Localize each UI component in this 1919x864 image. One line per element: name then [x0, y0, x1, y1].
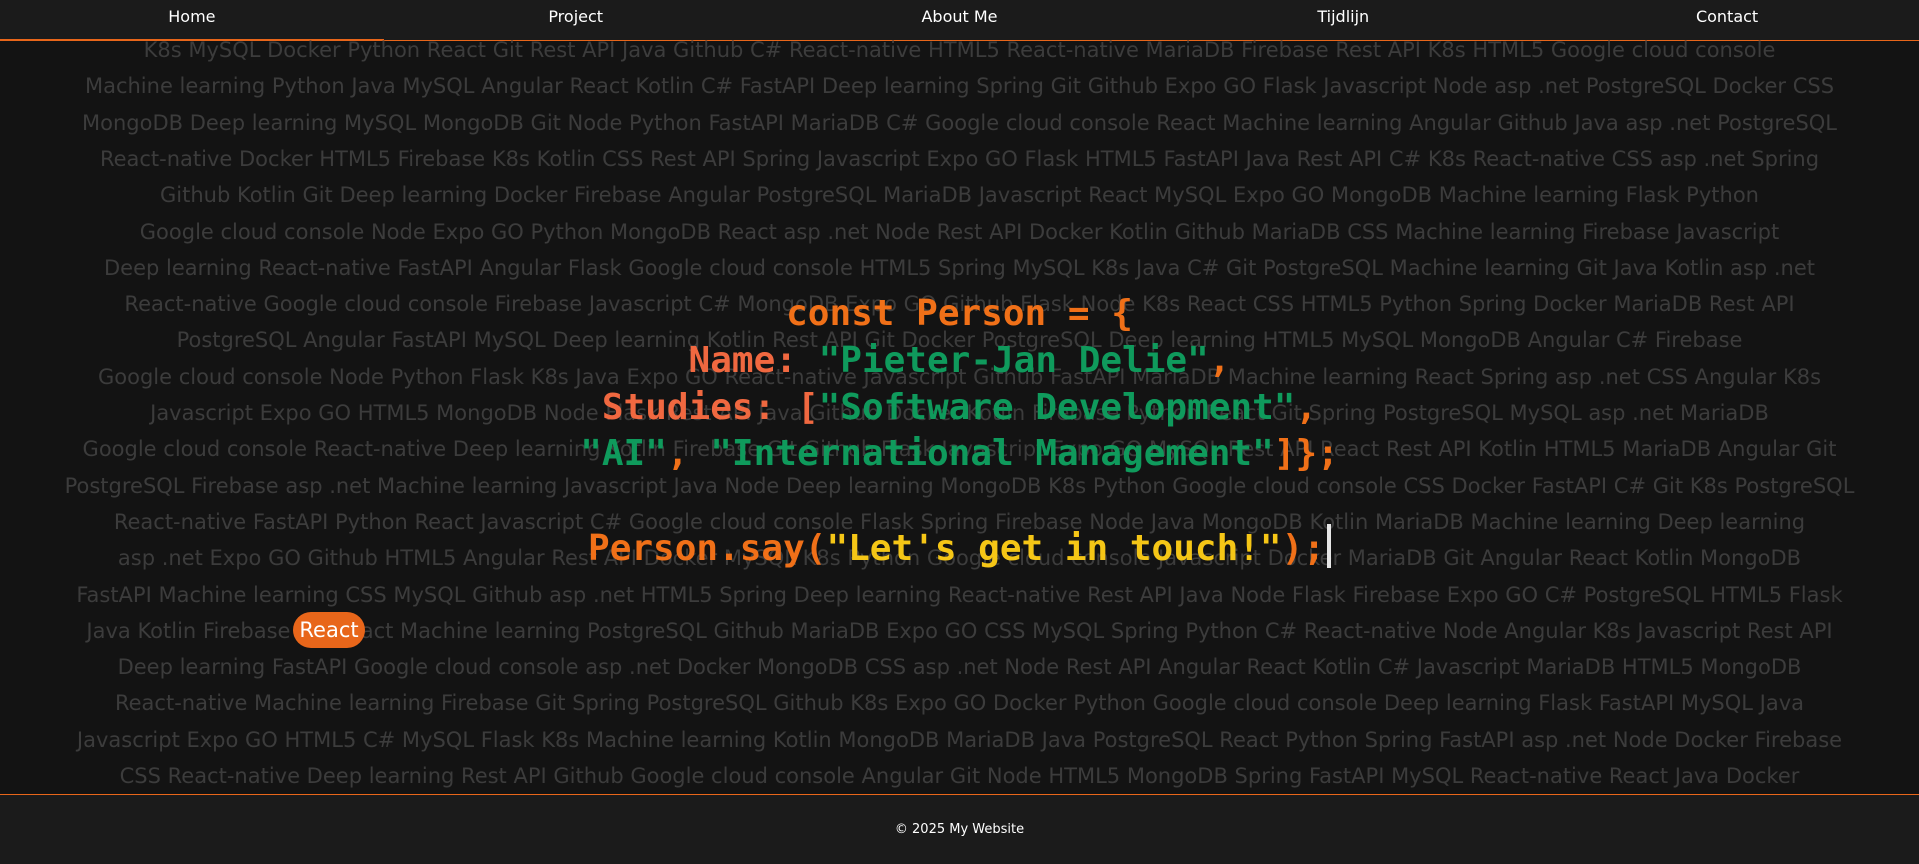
code-name-comma: , — [1208, 340, 1231, 381]
tech-word-line: React-native Machine learning Firebase G… — [114, 691, 1805, 716]
code-studies-value-2: "AI" — [580, 433, 667, 474]
code-name-key: Name: — [688, 340, 797, 381]
code-name-value: "Pieter-Jan Delie" — [818, 340, 1209, 381]
code-studies-separator: , — [666, 433, 711, 474]
code-studies-key: Studies: — [601, 387, 776, 428]
code-line-studies-cont: "AI", "International Management"]}; — [0, 431, 1919, 477]
tech-word-line: K8s MySQL Docker Python React Git Rest A… — [143, 38, 1776, 62]
code-line-declaration: const Person = { — [0, 291, 1919, 337]
tech-word-line: Deep learning React-native FastAPI Angul… — [103, 255, 1816, 280]
tech-word-line: Deep learning FastAPI Google cloud conso… — [117, 655, 1802, 680]
code-say-argument: "Let's get in touch!" — [826, 528, 1282, 569]
tech-word-line: MongoDB Deep learning MySQL MongoDB Git … — [81, 110, 1838, 135]
typing-cursor — [1326, 524, 1331, 568]
code-studies-bracket: [ — [796, 387, 819, 428]
code-declaration: const Person = { — [786, 293, 1133, 334]
code-say-call: Person.say( — [588, 528, 827, 569]
tech-word-line: FastAPI Machine learning CSS MySQL Githu… — [76, 582, 1843, 607]
tech-word-line: CSS React-native Deep learning Rest API … — [119, 764, 1800, 788]
tech-word-line: Github Kotlin Git Deep learning Docker F… — [160, 183, 1759, 208]
code-say-end: ); — [1281, 528, 1325, 569]
code-studies-close: ]}; — [1273, 433, 1339, 474]
tech-word-line: Google cloud console Node Expo GO Python… — [139, 219, 1780, 244]
highlighted-tag-badge: React — [293, 612, 365, 648]
code-studies-comma: , — [1295, 387, 1318, 428]
footer-copyright: © 2025 My Website — [894, 822, 1025, 837]
tech-word-line: Java Kotlin Firebase Git React Machine l… — [86, 618, 1833, 643]
code-line-say: Person.say("Let's get in touch!"); — [0, 524, 1919, 570]
tech-word-line: Javascript Expo GO HTML5 C# MySQL Flask … — [76, 727, 1843, 752]
code-line-name: Name: "Pieter-Jan Delie", — [0, 338, 1919, 384]
code-studies-value-3: "International Management" — [710, 433, 1274, 474]
tech-word-line: Machine learning Python Java MySQL Angul… — [84, 74, 1835, 99]
tech-word-line: React-native Docker HTML5 Firebase K8s K… — [99, 146, 1820, 171]
code-line-studies: Studies: ["Software Development", — [0, 385, 1919, 431]
footer: © 2025 My Website — [0, 794, 1919, 864]
code-studies-value-1: "Software Development" — [818, 387, 1296, 428]
